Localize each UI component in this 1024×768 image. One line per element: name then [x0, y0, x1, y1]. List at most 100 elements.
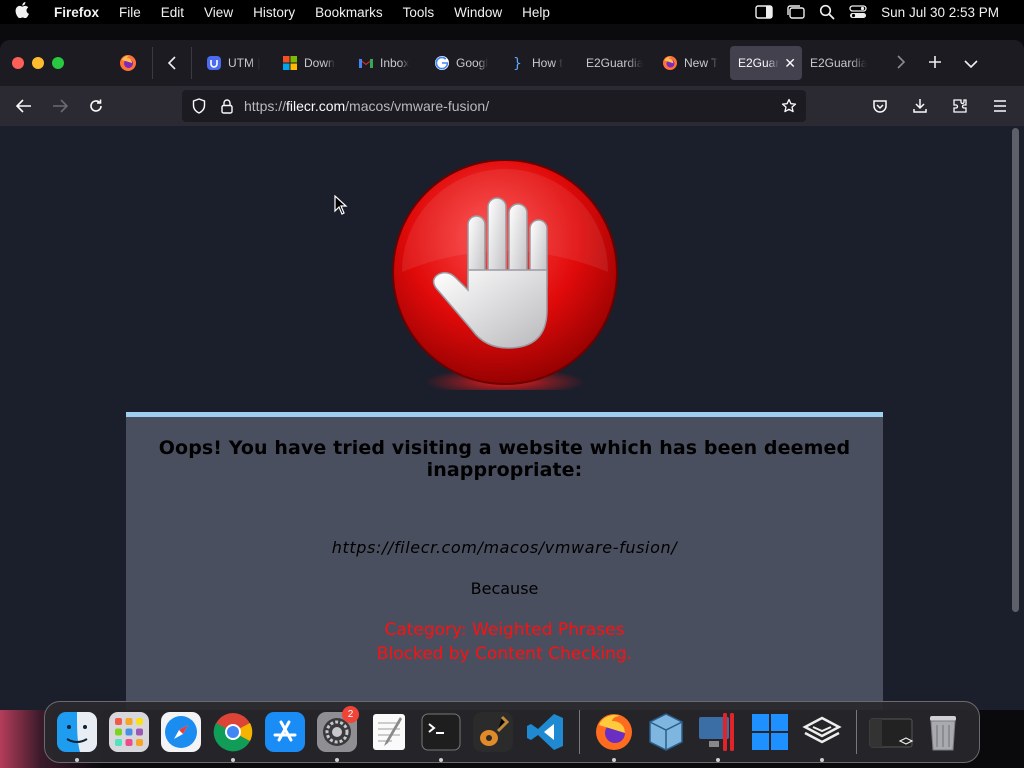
firefox-icon: [662, 55, 678, 71]
page-scrollbar[interactable]: [1008, 126, 1024, 710]
tab-scroll-left-button[interactable]: [159, 48, 185, 78]
url-path: /macos/vmware-fusion/: [345, 98, 490, 114]
site-lock-icon[interactable]: [214, 98, 240, 114]
dock-garageband[interactable]: [467, 706, 519, 758]
macos-dock: 2: [44, 701, 980, 763]
running-indicator: [75, 758, 79, 762]
close-window-button[interactable]: [12, 57, 24, 69]
svg-text:}: }: [513, 56, 522, 71]
dock-safari[interactable]: [155, 706, 207, 758]
menubar-clock[interactable]: Sun Jul 30 2:53 PM: [874, 5, 1006, 20]
new-tab-icon[interactable]: [928, 53, 942, 74]
because-label: Because: [470, 579, 539, 598]
dock-firefox[interactable]: [588, 706, 640, 762]
tab-new-tab[interactable]: New T: [654, 46, 730, 80]
menu-app-firefox[interactable]: Firefox: [44, 5, 109, 20]
running-indicator: [820, 758, 824, 762]
dock-minimized-window[interactable]: [865, 706, 917, 758]
trash-icon: [930, 716, 956, 751]
dock-parallels[interactable]: [692, 706, 744, 762]
pocket-icon[interactable]: [862, 90, 898, 122]
reload-button[interactable]: [78, 90, 114, 122]
mouse-pointer-icon: [334, 195, 348, 215]
dock-windows-vm[interactable]: [744, 706, 796, 758]
dock-trash[interactable]: [917, 706, 969, 758]
tab-google[interactable]: Googl: [426, 46, 502, 80]
finder-icon: [57, 712, 97, 752]
apple-menu-icon[interactable]: [0, 2, 44, 22]
parallels-icon: [699, 713, 734, 751]
list-all-tabs-icon[interactable]: [964, 53, 978, 74]
macos-menu-bar: Firefox File Edit View History Bookmarks…: [0, 0, 1024, 24]
tab-download[interactable]: Down: [274, 46, 350, 80]
blocked-page: Oops! You have tried visiting a website …: [0, 126, 1008, 710]
downloads-icon[interactable]: [902, 90, 938, 122]
garageband-guitar-icon: [473, 712, 513, 752]
tab-strip: UTM | Down Inbox Googl } How t E2Guardia: [198, 46, 878, 80]
menu-file[interactable]: File: [109, 5, 151, 20]
running-indicator: [716, 758, 720, 762]
block-reason: Category: Weighted Phrases Blocked by Co…: [126, 618, 883, 666]
dock-textedit[interactable]: [363, 706, 415, 758]
control-center-icon[interactable]: [842, 5, 874, 19]
dock-app-store[interactable]: [259, 706, 311, 758]
block-title: Oops! You have tried visiting a website …: [158, 437, 851, 481]
tab-label: E2Guar: [738, 56, 780, 70]
tab-e2guardian-active[interactable]: E2Guar ✕: [730, 46, 802, 80]
tab-separator: [191, 47, 192, 79]
zoom-window-button[interactable]: [52, 57, 64, 69]
menu-edit[interactable]: Edit: [151, 5, 194, 20]
tab-label: New T: [684, 56, 719, 70]
dock-divider: [856, 710, 857, 754]
block-reason-text: Blocked by Content Checking.: [376, 644, 633, 664]
tab-separator: [152, 47, 153, 79]
firefox-view-button[interactable]: [110, 48, 146, 78]
sidebar-toggle-icon[interactable]: [748, 5, 780, 19]
dock-virtualbox[interactable]: [640, 706, 692, 758]
tab-label: UTM |: [228, 56, 261, 70]
firefox-icon: [120, 55, 136, 71]
app-store-icon: [265, 712, 305, 752]
stage-manager-icon[interactable]: [780, 5, 812, 19]
tab-utm[interactable]: UTM |: [198, 46, 274, 80]
running-indicator: [612, 758, 616, 762]
firefox-icon: [596, 714, 632, 750]
dock-terminal[interactable]: [415, 706, 467, 762]
url-text[interactable]: https://filecr.com/macos/vmware-fusion/: [244, 98, 489, 114]
menu-window[interactable]: Window: [444, 5, 512, 20]
menu-tools[interactable]: Tools: [393, 5, 445, 20]
blocked-url: https://filecr.com/macos/vmware-fusion/: [331, 538, 678, 557]
tab-e2guardian-3[interactable]: E2Guardia: [802, 46, 878, 80]
bookmark-star-icon[interactable]: [772, 98, 806, 114]
tab-inbox[interactable]: Inbox: [350, 46, 426, 80]
minimize-window-button[interactable]: [32, 57, 44, 69]
menu-view[interactable]: View: [194, 5, 243, 20]
vscode-brace-icon: }: [510, 55, 526, 72]
tab-e2guardian-1[interactable]: E2Guardia: [578, 46, 654, 80]
url-bar[interactable]: https://filecr.com/macos/vmware-fusion/: [182, 90, 806, 122]
menu-help[interactable]: Help: [512, 5, 560, 20]
dock-system-settings[interactable]: 2: [311, 706, 363, 762]
tab-scroll-right-icon[interactable]: [896, 53, 906, 74]
tab-label: E2Guardia: [586, 56, 644, 70]
dock-vscode[interactable]: [519, 706, 571, 758]
extensions-icon[interactable]: [942, 90, 978, 122]
url-host: filecr.com: [286, 98, 346, 114]
menu-history[interactable]: History: [243, 5, 305, 20]
dock-chrome[interactable]: [207, 706, 259, 762]
forward-button[interactable]: [42, 90, 78, 122]
virtualbox-icon: [649, 713, 683, 751]
url-scheme: https://: [244, 98, 287, 114]
scrollbar-thumb[interactable]: [1012, 128, 1019, 612]
back-button[interactable]: [6, 90, 42, 122]
tracking-protection-shield-icon[interactable]: [184, 98, 214, 114]
menu-bookmarks[interactable]: Bookmarks: [305, 5, 393, 20]
spotlight-search-icon[interactable]: [812, 4, 842, 20]
dock-utm[interactable]: [796, 706, 848, 762]
safari-icon: [161, 712, 201, 752]
tab-how-to[interactable]: } How t: [502, 46, 578, 80]
dock-finder[interactable]: [51, 706, 103, 762]
close-tab-icon[interactable]: ✕: [784, 55, 796, 72]
hamburger-menu-icon[interactable]: [982, 90, 1018, 122]
dock-launchpad[interactable]: [103, 706, 155, 758]
